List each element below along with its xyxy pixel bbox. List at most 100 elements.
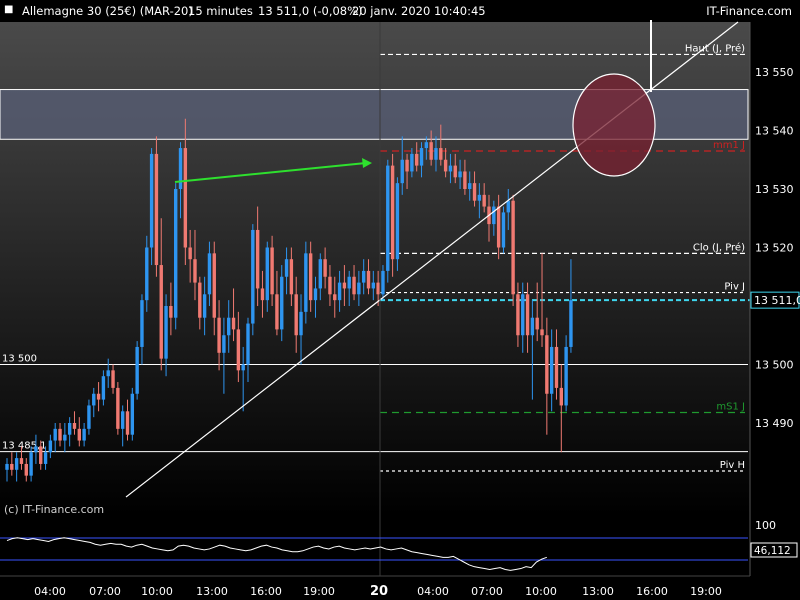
candle-body bbox=[58, 428, 62, 441]
candle-body bbox=[352, 276, 356, 295]
candle-body bbox=[96, 393, 101, 400]
candle-body bbox=[468, 183, 472, 189]
candle-body bbox=[400, 159, 404, 184]
candle-body bbox=[260, 288, 265, 301]
candle-body bbox=[419, 148, 424, 166]
candle-body bbox=[270, 247, 274, 295]
candle-body bbox=[212, 253, 216, 318]
candle-body bbox=[280, 276, 284, 330]
candle-body bbox=[294, 294, 298, 336]
candle-body bbox=[198, 282, 202, 318]
candle-body bbox=[159, 265, 163, 359]
candle-body bbox=[217, 317, 221, 353]
candle-body bbox=[241, 364, 245, 371]
candle-body bbox=[545, 335, 549, 394]
y-tick-label: 13 500 bbox=[755, 359, 794, 372]
candle-body bbox=[554, 346, 559, 388]
candle-body bbox=[251, 229, 255, 324]
candle-body bbox=[275, 294, 279, 330]
x-tick-label: 07:00 bbox=[471, 585, 503, 598]
x-tick-label: 16:00 bbox=[636, 585, 668, 598]
candle-body bbox=[410, 153, 414, 172]
x-tick-label: 13:00 bbox=[582, 585, 614, 598]
candle-body bbox=[371, 282, 376, 289]
candle-body bbox=[424, 142, 429, 149]
candle-body bbox=[492, 206, 496, 225]
candle-body bbox=[434, 148, 438, 160]
candle-body bbox=[149, 153, 154, 248]
candle-body bbox=[439, 148, 443, 160]
x-tick-label: 10:00 bbox=[141, 585, 173, 598]
target-circle[interactable] bbox=[572, 73, 656, 177]
price-chart[interactable]: 13 50013 485,1Haut (J, Pré)mm1 JClo (J, … bbox=[0, 0, 800, 600]
candle-body bbox=[381, 270, 385, 295]
candle-body bbox=[463, 171, 467, 189]
candle-body bbox=[169, 306, 173, 318]
candle-body bbox=[116, 387, 120, 429]
candle-body bbox=[255, 229, 260, 289]
x-tick-label: 04:00 bbox=[34, 585, 66, 598]
candle-body bbox=[188, 247, 192, 260]
candle-body bbox=[361, 270, 366, 283]
horizontal-line-label: 13 500 bbox=[2, 354, 37, 365]
candle-body bbox=[511, 200, 515, 295]
candle-body bbox=[164, 306, 168, 359]
candle-body bbox=[207, 253, 212, 295]
level-label: Clo (J, Pré) bbox=[693, 241, 745, 253]
x-tick-label: 19:00 bbox=[690, 585, 722, 598]
candle-body bbox=[77, 428, 81, 441]
x-tick-label: 04:00 bbox=[417, 585, 449, 598]
candle-body bbox=[496, 206, 501, 248]
candle-body bbox=[333, 294, 337, 301]
candle-body bbox=[265, 247, 269, 301]
candle-body bbox=[304, 253, 308, 312]
candle-body bbox=[448, 165, 453, 172]
candle-body bbox=[130, 393, 135, 435]
candle-body bbox=[328, 276, 332, 295]
candle-body bbox=[516, 294, 520, 336]
candle-body bbox=[29, 452, 33, 476]
y-tick-label: 13 550 bbox=[755, 66, 794, 79]
candle-body bbox=[111, 370, 115, 388]
candle-body bbox=[193, 259, 197, 283]
candle-body bbox=[5, 463, 9, 470]
candle-body bbox=[347, 276, 351, 289]
x-tick-label: 19:00 bbox=[303, 585, 335, 598]
level-label: Piv H bbox=[720, 460, 745, 471]
candle-body bbox=[564, 346, 568, 406]
candle-body bbox=[125, 411, 130, 435]
candle-body bbox=[318, 259, 322, 289]
candle-body bbox=[506, 200, 510, 213]
candle-body bbox=[342, 282, 347, 289]
candle-body bbox=[482, 194, 486, 207]
candle-body bbox=[549, 346, 554, 394]
candle-body bbox=[34, 446, 38, 453]
candle-body bbox=[477, 194, 482, 201]
candle-body bbox=[308, 253, 313, 301]
candle-body bbox=[472, 183, 477, 201]
candle-body bbox=[178, 148, 183, 189]
candle-body bbox=[135, 346, 139, 394]
last-price-label: 13 511,0 bbox=[754, 294, 800, 307]
candle-body bbox=[72, 423, 77, 429]
level-label: mm1 J bbox=[713, 140, 745, 151]
candle-body bbox=[284, 259, 289, 277]
candle-body bbox=[63, 434, 67, 441]
candle-body bbox=[106, 370, 110, 377]
candle-body bbox=[140, 300, 144, 347]
candle-body bbox=[376, 282, 380, 295]
candle-body bbox=[337, 282, 342, 301]
candle-body bbox=[92, 393, 96, 406]
candle-body bbox=[535, 317, 539, 330]
candle-body bbox=[67, 423, 72, 435]
candle-body bbox=[48, 440, 53, 453]
candle-body bbox=[53, 428, 57, 441]
level-label: Piv J bbox=[724, 282, 745, 293]
candle-body bbox=[289, 259, 294, 295]
candle-body bbox=[390, 165, 395, 260]
candle-body bbox=[183, 148, 188, 248]
x-tick-label: 13:00 bbox=[196, 585, 228, 598]
candle-body bbox=[19, 458, 24, 464]
candle-body bbox=[366, 270, 371, 289]
candle-body bbox=[313, 288, 318, 301]
